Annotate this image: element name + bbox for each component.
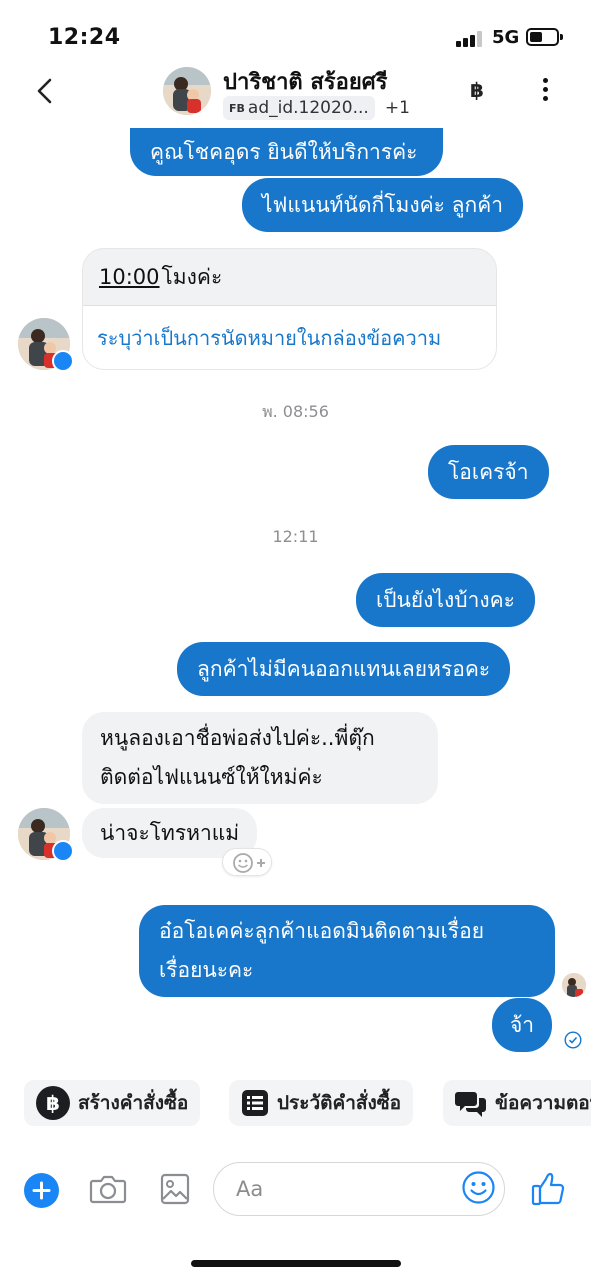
messenger-icon [52,840,74,862]
timestamp: พ. 08:56 [262,402,329,421]
seen-avatar [562,973,586,997]
sent-check-icon [564,1031,582,1049]
message-text: ไฟแนนท์นัดกี่โมงค่ะ ลูกค้า [262,192,504,217]
mark-as-appointment-button[interactable]: ระบุว่าเป็นการนัดหมายในกล่องข้อความ [83,305,496,369]
chip-label: สร้างคำสั่งซื้อ [78,1092,189,1114]
saved-replies-button[interactable]: ข้อความตอบกลับ [443,1080,591,1126]
gallery-icon[interactable] [160,1172,190,1206]
message-text: อ๋อโอเคค่ะลูกค้าแอดมินติดตามเรื่อย [159,919,484,943]
message-text: จ้า [510,1012,535,1037]
battery-icon [526,28,563,46]
message-text: ติดต่อไฟแนนซ์ให้ใหม่ค่ะ [100,765,323,789]
outgoing-message[interactable]: เป็นยังไงบ้างคะ [356,573,535,627]
message-text: เป็นยังไงบ้างคะ [376,587,515,612]
thumbs-up-icon[interactable] [530,1170,568,1208]
message-text: โอเครจ้า [448,459,529,484]
create-order-button[interactable]: ฿ สร้างคำสั่งซื้อ [24,1080,201,1126]
status-time: 12:24 [48,25,121,50]
appointment-time-link[interactable]: 10:00 [99,265,160,289]
status-bar: 12:24 5G [0,0,591,60]
order-list-icon [241,1089,269,1117]
message-text: เรื่อยนะคะ [159,958,254,982]
camera-icon[interactable] [89,1172,127,1206]
outgoing-message[interactable]: โอเครจ้า [428,445,549,499]
chat-bubbles-icon [455,1088,487,1118]
message-composer: Aa [0,1160,591,1220]
ad-id-text: ad_id.12020... [247,98,369,118]
facebook-label: FB [229,101,245,115]
incoming-message[interactable]: 10:00 โมงค่ะ [83,249,496,305]
payment-baht-button[interactable]: ฿ [470,78,484,102]
chat-header: ปาริชาติ สร้อยศรี FB ad_id.12020... +1 ฿ [0,60,591,126]
baht-circle-icon: ฿ [36,1086,70,1120]
network-label: 5G [492,27,520,48]
plus-icon[interactable] [24,1173,59,1208]
extra-labels-count[interactable]: +1 [385,98,410,118]
outgoing-message[interactable]: อ๋อโอเคค่ะลูกค้าแอดมินติดตามเรื่อย เรื่อ… [139,905,555,997]
timestamp: 12:11 [272,527,319,546]
outgoing-message[interactable]: ไฟแนนท์นัดกี่โมงค่ะ ลูกค้า [242,178,524,232]
input-placeholder: Aa [236,1177,264,1201]
quick-actions-bar: ฿ สร้างคำสั่งซื้อ ประวัติคำสั่งซื้อ ข้อค… [0,1080,591,1126]
ad-id-chip[interactable]: FB ad_id.12020... [223,96,375,120]
outgoing-message[interactable]: ลูกค้าไม่มีคนออกแทนเลยหรอคะ [177,642,511,696]
emoji-plus-icon [233,853,265,873]
svg-text:฿: ฿ [46,1091,60,1115]
contact-avatar[interactable] [163,67,211,115]
contact-name: ปาริชาติ สร้อยศรี [223,70,388,95]
chip-label: ข้อความตอบกลับ [495,1092,591,1114]
appointment-suggestion-card: 10:00 โมงค่ะ ระบุว่าเป็นการนัดหมายในกล่อ… [82,248,497,370]
message-text: น่าจะโทรหาแม่ [100,820,240,845]
outgoing-message[interactable]: คูณโชคอุดร ยินดีให้บริการค่ะ [130,128,444,176]
back-icon[interactable] [30,74,60,108]
message-text: ลูกค้าไม่มีคนออกแทนเลยหรอคะ [197,656,491,681]
order-history-button[interactable]: ประวัติคำสั่งซื้อ [229,1080,414,1126]
message-text: คูณโชคอุดร ยินดีให้บริการค่ะ [150,139,418,164]
signal-icon [456,31,484,47]
chip-label: ประวัติคำสั่งซื้อ [277,1092,402,1114]
action-label: ระบุว่าเป็นการนัดหมายในกล่องข้อความ [97,325,442,350]
outgoing-message[interactable]: จ้า [492,998,553,1052]
ad-info[interactable]: FB ad_id.12020... +1 [223,96,410,120]
incoming-message[interactable]: หนูลองเอาชื่อพ่อส่งไปค่ะ..พี่ตุ๊ก ติดต่อ… [82,712,438,804]
more-options-icon[interactable] [535,78,555,104]
emoji-icon[interactable] [462,1171,495,1204]
add-reaction-button[interactable] [222,848,272,876]
message-text: หนูลองเอาชื่อพ่อส่งไปค่ะ..พี่ตุ๊ก [100,726,375,750]
messenger-icon [52,350,74,372]
home-indicator [191,1260,401,1267]
message-text: โมงค่ะ [161,264,223,289]
